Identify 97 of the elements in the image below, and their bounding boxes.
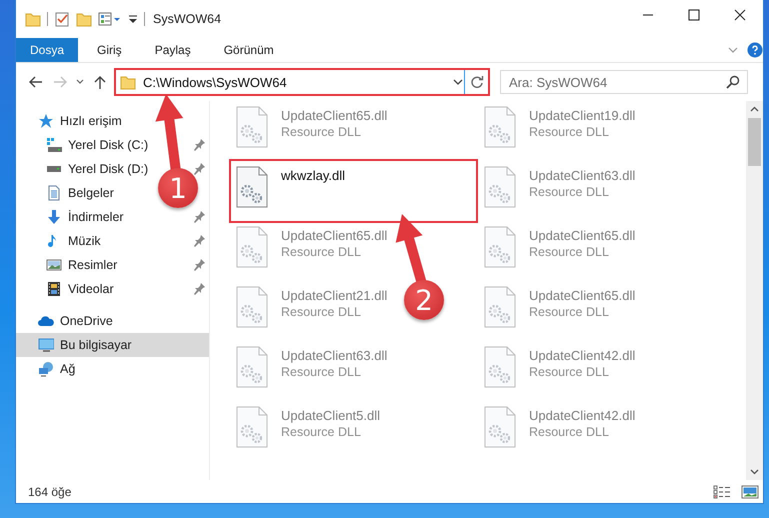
file-item[interactable]: UpdateClient42.dll Resource DLL [484,343,636,388]
file-type: Resource DLL [281,245,362,259]
large-icons-view-icon[interactable] [741,484,759,498]
file-name: UpdateClient63.dll [529,168,636,183]
pin-icon[interactable] [193,235,205,247]
drive-icon [46,137,62,153]
dll-file-icon [236,286,268,328]
refresh-icon [470,75,484,89]
address-bar[interactable]: C:\Windows\SysWOW64 [114,68,490,96]
dll-file-icon [484,166,516,208]
nav-item[interactable]: Ağ [16,357,80,381]
dll-file-icon [236,106,268,148]
star-icon [38,113,54,129]
nav-item[interactable]: Resimler [16,253,122,277]
file-type: Resource DLL [529,245,610,259]
file-type: Resource DLL [529,185,610,199]
pin-icon[interactable] [193,283,205,295]
film-strip-icon [46,281,62,297]
file-name: UpdateClient65.dll [529,228,636,243]
file-name: UpdateClient65.dll [529,288,636,303]
dll-file-icon [236,406,268,448]
dll-file-icon [484,106,516,148]
file-item[interactable]: UpdateClient65.dll Resource DLL [484,223,636,268]
file-item[interactable]: wkwzlay.dll [231,161,476,221]
nav-item[interactable]: Yerel Disk (D:) [16,157,152,181]
scrollbar[interactable] [746,101,763,480]
network-icon [38,361,54,377]
file-item[interactable]: UpdateClient65.dll Resource DLL [236,103,388,148]
dll-file-icon [484,286,516,328]
file-name: UpdateClient65.dll [281,228,388,243]
picture-icon [46,257,62,273]
file-type: Resource DLL [281,305,362,319]
file-type: Resource DLL [529,425,610,439]
monitor-icon [38,337,54,353]
item-count: 164 öğe [28,484,72,498]
file-item[interactable]: UpdateClient63.dll Resource DLL [484,163,636,208]
ribbon-tab[interactable]: Paylaş [140,38,205,62]
pin-icon[interactable] [193,211,205,223]
file-item[interactable]: UpdateClient42.dll Resource DLL [484,403,636,448]
file-item[interactable]: UpdateClient63.dll Resource DLL [236,343,388,388]
file-name: UpdateClient19.dll [529,108,636,123]
folder-icon [25,11,41,27]
dll-file-icon [484,346,516,388]
nav-item[interactable]: Bu bilgisayar [16,333,209,357]
file-item[interactable]: UpdateClient21.dll Resource DLL [236,283,388,328]
pin-icon[interactable] [193,259,205,271]
up-icon [93,75,107,89]
scroll-thumb[interactable] [748,118,761,166]
nav-item[interactable]: Videolar [16,277,118,301]
pin-icon[interactable] [193,139,205,151]
file-type: Resource DLL [529,125,610,139]
file-name: UpdateClient63.dll [281,348,388,363]
document-icon [46,185,62,201]
file-name: UpdateClient42.dll [529,348,636,363]
nav-item[interactable]: Yerel Disk (C:) [16,133,152,157]
search-icon [726,75,740,89]
download-arrow-icon [46,209,62,225]
file-name: UpdateClient65.dll [281,108,388,123]
dll-file-icon [484,406,516,448]
help-icon[interactable] [747,42,763,58]
file-item[interactable]: UpdateClient5.dll Resource DLL [236,403,380,448]
checklist-icon[interactable] [54,11,70,27]
back-icon [28,75,44,89]
drive-icon [46,166,62,172]
dll-file-icon [484,226,516,268]
file-item[interactable]: UpdateClient65.dll Resource DLL [236,223,388,268]
file-type: Resource DLL [281,365,362,379]
file-item[interactable]: UpdateClient65.dll Resource DLL [484,283,636,328]
maximize-icon [688,9,700,21]
file-name: UpdateClient5.dll [281,408,380,423]
window-title: SysWOW64 [153,12,222,26]
file-item[interactable]: UpdateClient19.dll Resource DLL [484,103,636,148]
nav-item[interactable]: OneDrive [16,309,117,333]
dll-file-icon [236,346,268,388]
nav-item[interactable]: Müzik [16,229,105,253]
file-type: Resource DLL [281,425,362,439]
file-type: Resource DLL [529,365,610,379]
search-field[interactable]: Ara: SysWOW64 [500,70,748,94]
close-icon [734,9,746,21]
nav-item[interactable]: Hızlı erişim [16,109,126,133]
properties-icon[interactable] [98,11,122,27]
pin-icon[interactable] [193,163,205,175]
nav-item[interactable]: Belgeler [16,181,118,205]
ribbon-tab[interactable]: Görünüm [210,38,288,62]
nav-item[interactable]: İndirmeler [16,205,128,229]
forward-icon [52,75,68,89]
file-name: wkwzlay.dll [281,168,346,183]
details-view-icon[interactable] [713,484,731,498]
ribbon-tab[interactable]: Giriş [83,38,136,62]
ribbon-tab[interactable]: Dosya [16,38,78,62]
file-type: Resource DLL [281,125,362,139]
file-type: Resource DLL [529,305,610,319]
dll-file-icon [236,166,268,208]
file-name: UpdateClient21.dll [281,288,388,303]
folder-icon [120,74,136,90]
file-name: UpdateClient42.dll [529,408,636,423]
dll-file-icon [236,226,268,268]
